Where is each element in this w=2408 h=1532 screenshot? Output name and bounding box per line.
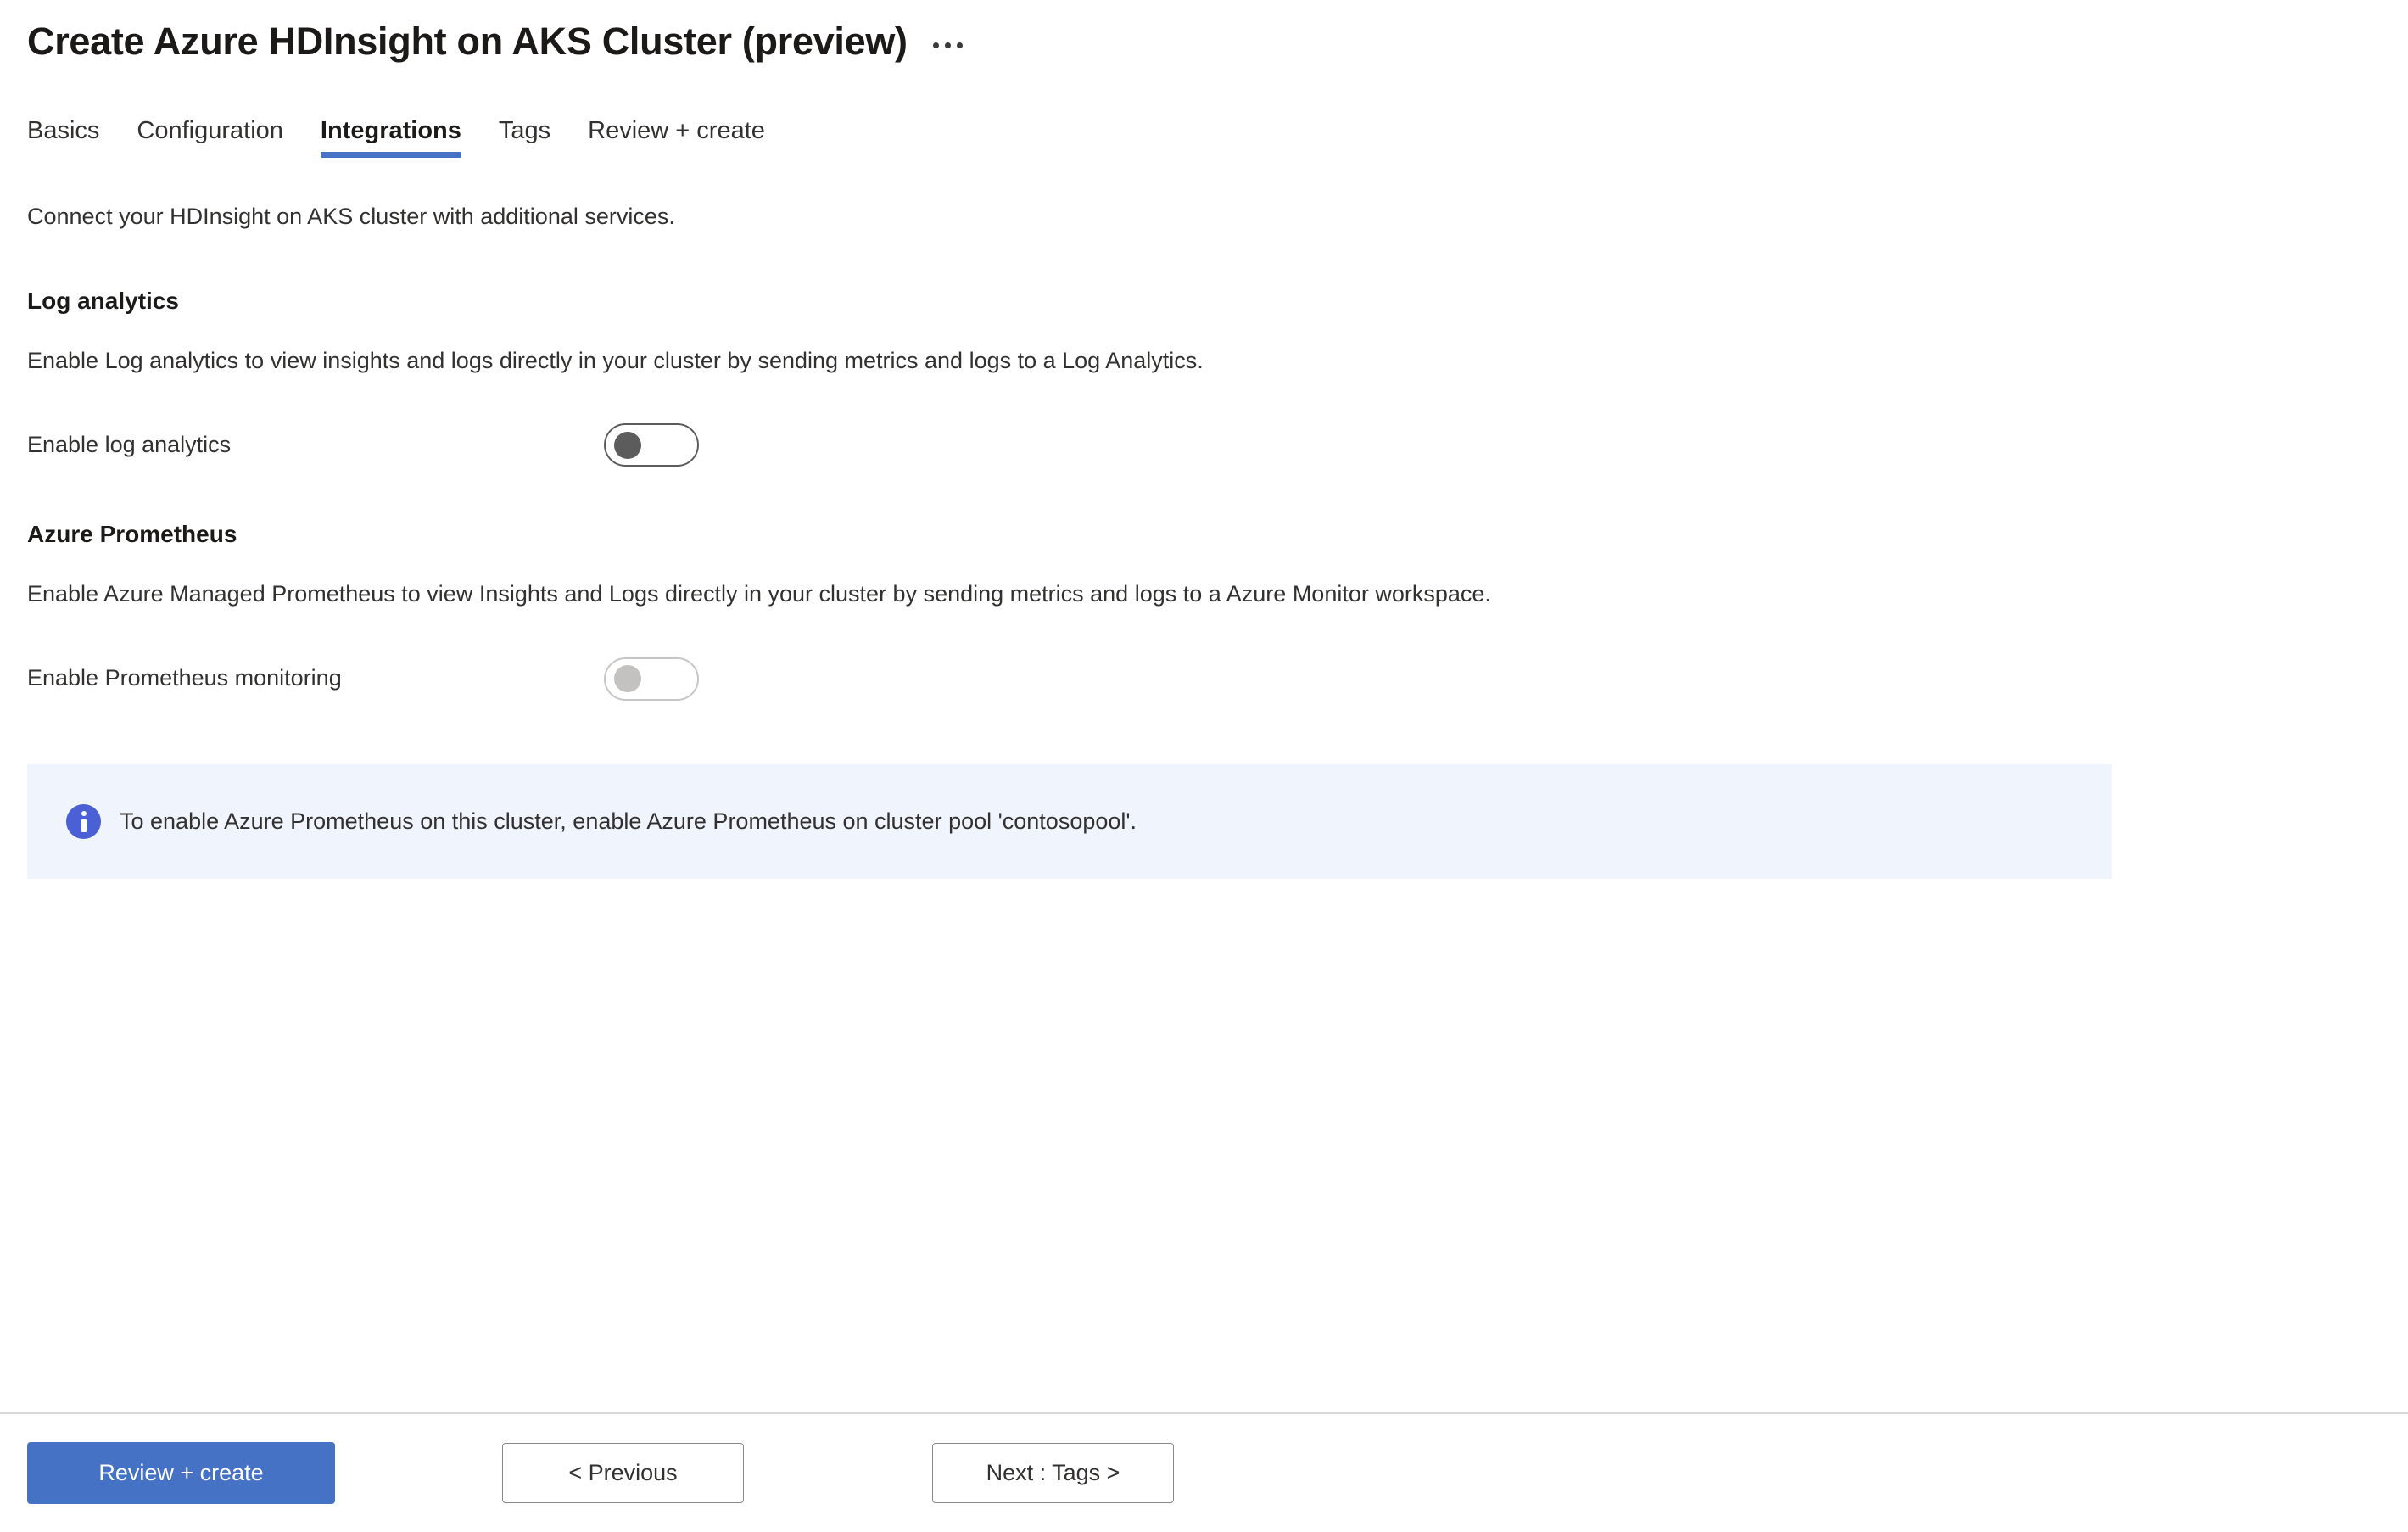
pane-description: Connect your HDInsight on AKS cluster wi… <box>27 204 675 230</box>
tab-configuration[interactable]: Configuration <box>137 110 314 163</box>
ellipsis-dot-1 <box>932 42 939 49</box>
previous-button[interactable]: < Previous <box>502 1443 744 1503</box>
section-azure-prometheus-heading: Azure Prometheus <box>27 521 237 548</box>
ellipsis-dot-2 <box>944 42 951 49</box>
section-azure-prometheus: Azure Prometheus Enable Azure Managed Pr… <box>27 519 2408 701</box>
tab-review-create-label: Review + create <box>588 117 765 145</box>
ellipsis-dot-3 <box>956 42 963 49</box>
section-log-analytics-description: Enable Log analytics to view insights an… <box>27 347 1204 373</box>
wizard-tablist: Basics Configuration Integrations Tags R… <box>0 110 2408 163</box>
more-options-icon[interactable] <box>928 34 968 49</box>
tab-configuration-label: Configuration <box>137 117 283 145</box>
next-button[interactable]: Next : Tags > <box>932 1443 1174 1503</box>
wizard-footer: Review + create < Previous Next : Tags > <box>0 1412 2408 1532</box>
review-create-button[interactable]: Review + create <box>27 1442 335 1504</box>
toggle-thumb <box>614 665 641 693</box>
create-cluster-blade: Create Azure HDInsight on AKS Cluster (p… <box>0 0 2408 1532</box>
tab-basics[interactable]: Basics <box>27 110 130 163</box>
section-azure-prometheus-description: Enable Azure Managed Prometheus to view … <box>27 580 1491 607</box>
toggle-thumb <box>614 431 641 459</box>
title-row: Create Azure HDInsight on AKS Cluster (p… <box>0 0 2408 64</box>
tab-integrations-label: Integrations <box>320 117 461 145</box>
tab-active-underline <box>320 152 461 159</box>
tab-review-create[interactable]: Review + create <box>588 110 796 163</box>
prometheus-info-banner-text: To enable Azure Prometheus on this clust… <box>120 808 1137 834</box>
field-enable-log-analytics: Enable log analytics <box>27 423 2408 467</box>
enable-prometheus-monitoring-label: Enable Prometheus monitoring <box>27 665 342 691</box>
info-icon <box>66 803 101 839</box>
section-log-analytics-heading: Log analytics <box>27 288 179 315</box>
tab-tags[interactable]: Tags <box>499 110 581 163</box>
field-enable-prometheus-monitoring: Enable Prometheus monitoring <box>27 657 2408 701</box>
enable-log-analytics-label: Enable log analytics <box>27 432 232 458</box>
enable-log-analytics-toggle[interactable] <box>604 423 699 467</box>
tab-basics-label: Basics <box>27 117 100 145</box>
enable-prometheus-monitoring-toggle <box>604 657 699 701</box>
prometheus-info-banner: To enable Azure Prometheus on this clust… <box>27 763 2112 879</box>
tab-tags-label: Tags <box>498 117 551 145</box>
page-title: Create Azure HDInsight on AKS Cluster (p… <box>27 20 908 63</box>
tab-integrations[interactable]: Integrations <box>320 110 492 163</box>
integrations-pane: Connect your HDInsight on AKS cluster wi… <box>0 201 2408 879</box>
section-log-analytics: Log analytics Enable Log analytics to vi… <box>27 286 2408 467</box>
